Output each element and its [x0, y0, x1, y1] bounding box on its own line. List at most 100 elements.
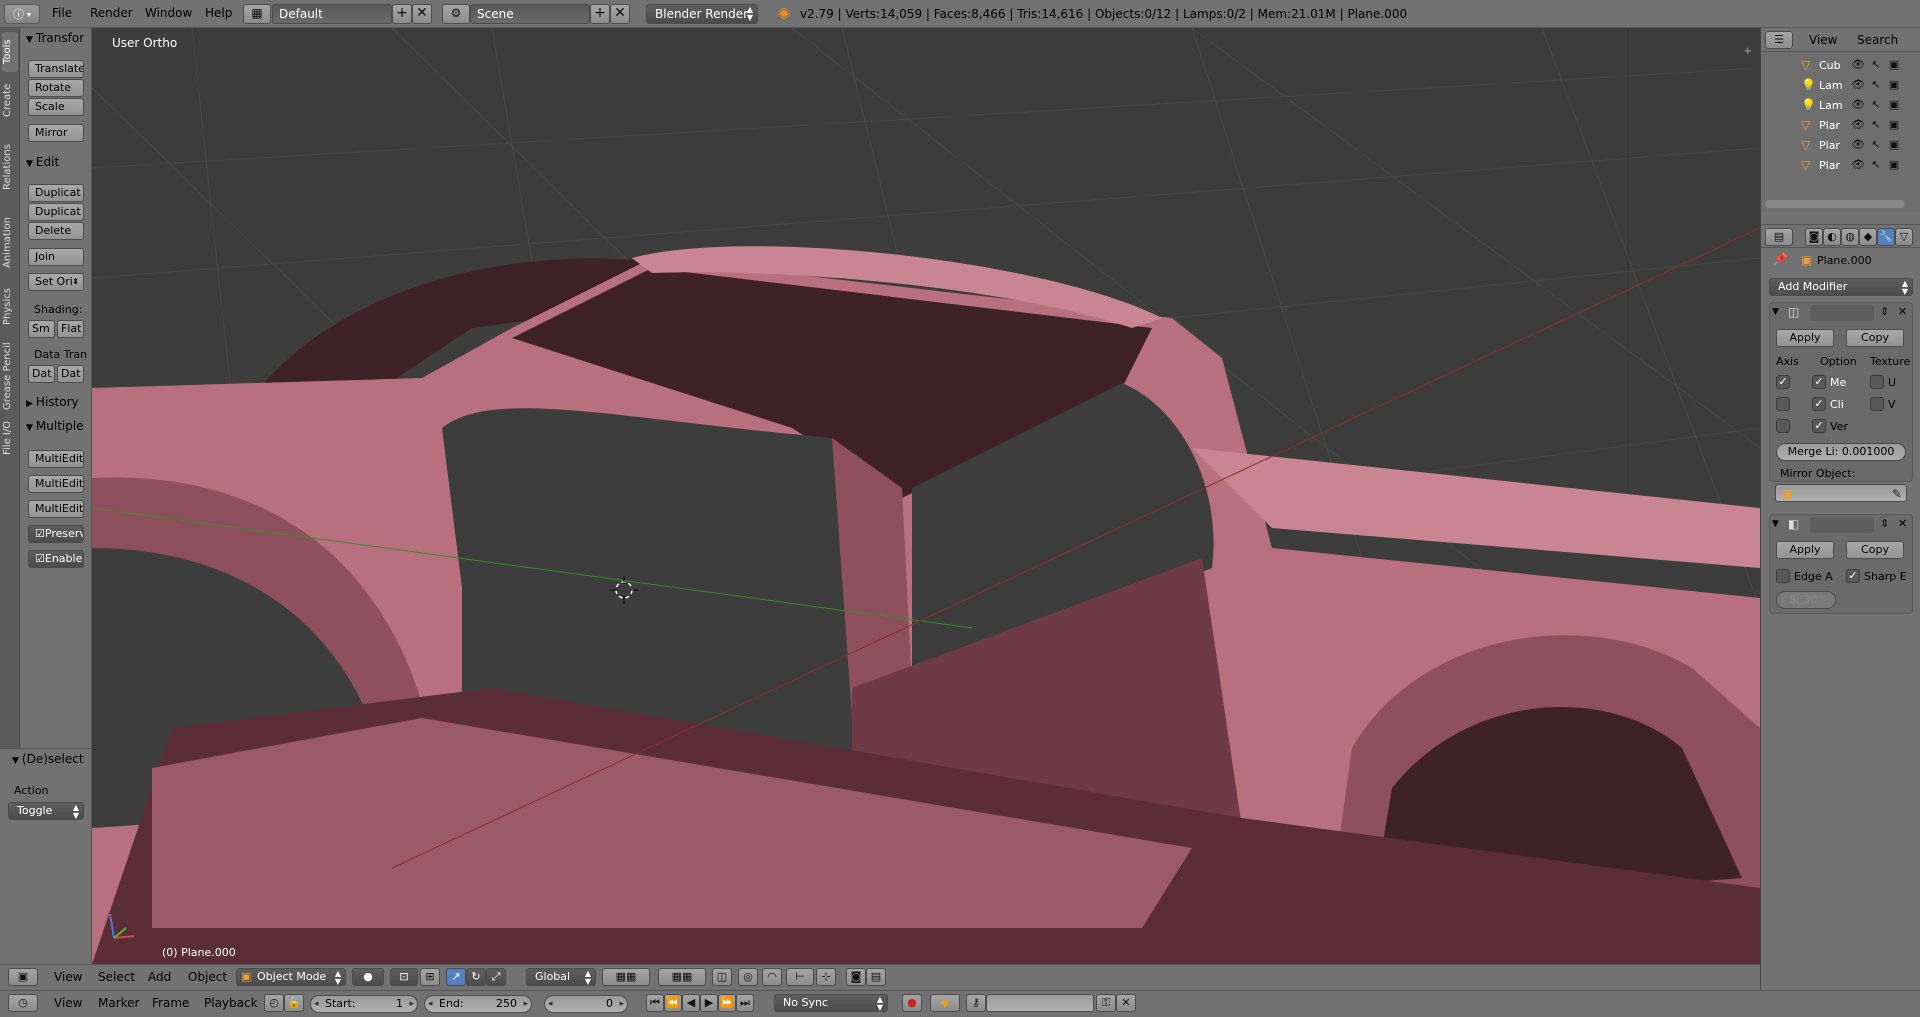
lock-time-button[interactable]: 🔒 — [284, 994, 304, 1012]
eye-icon[interactable]: 👁 — [1851, 78, 1865, 92]
eye-icon[interactable]: 👁 — [1851, 118, 1865, 132]
eye-icon[interactable]: 👁 — [1851, 158, 1865, 172]
lock-layers-button[interactable]: ◫ — [712, 968, 732, 986]
enable-button[interactable]: ☑Enable — [28, 550, 84, 568]
jump-end-button[interactable]: ⏭ — [736, 994, 754, 1012]
triangle-down-icon[interactable]: ▼ — [1772, 307, 1779, 317]
merge-limit-field[interactable]: Merge Li: 0.001000 — [1776, 443, 1906, 461]
properties-editor-type-button[interactable]: ▤ — [1765, 228, 1793, 246]
menu-help[interactable]: Help — [205, 6, 232, 20]
add-modifier-dropdown[interactable]: Add Modifier ▲ ▼ — [1769, 278, 1913, 296]
data-layout-button[interactable]: Dat — [57, 365, 84, 383]
camera-icon[interactable]: ▣ — [1887, 78, 1901, 92]
outliner-scrollbar[interactable] — [1765, 200, 1905, 208]
edge-split-apply-button[interactable]: Apply — [1776, 541, 1834, 559]
plus-icon[interactable]: + — [1744, 46, 1752, 57]
tab-physics[interactable]: Physics — [2, 280, 18, 334]
translate-manipulator-button[interactable]: ↗ — [446, 968, 466, 986]
jump-start-button[interactable]: ⏮ — [646, 994, 664, 1012]
action-dropdown[interactable]: Toggle ▲ ▼ — [8, 802, 84, 820]
edge-angle-checkbox[interactable] — [1776, 569, 1790, 583]
data-transfer-button[interactable]: Dat — [28, 365, 55, 383]
scale-manipulator-button[interactable]: ⤢ — [486, 968, 506, 986]
insert-keyframe-button[interactable]: ⚿ — [1096, 994, 1116, 1012]
snap-element-dropdown[interactable]: ⊢ — [786, 968, 814, 986]
multiedit-button-1[interactable]: MultiEdit — [28, 450, 84, 468]
last-operator-header[interactable]: ▼ (De)select — [12, 752, 84, 766]
eye-icon[interactable]: 👁 — [1851, 58, 1865, 72]
layout-name-field[interactable]: Default — [272, 3, 392, 24]
object-tab[interactable]: ◆ — [1859, 228, 1877, 246]
preview-range-button[interactable]: ◴ — [264, 994, 284, 1012]
axis-x-checkbox[interactable]: ✓ — [1776, 375, 1790, 389]
triangle-down-icon[interactable]: ▼ — [1772, 519, 1779, 529]
close-icon[interactable]: ✕ — [1898, 305, 1907, 318]
move-arrows-icon[interactable]: ⇕ — [1880, 517, 1889, 530]
eye-icon[interactable]: 👁 — [1851, 98, 1865, 112]
timeline-menu-marker[interactable]: Marker — [98, 996, 139, 1010]
rotate-button[interactable]: Rotate — [28, 79, 84, 97]
editor-type-button[interactable]: ⓘ ▾ — [4, 4, 40, 24]
multiedit-panel-header[interactable]: ▼ Multiple — [26, 419, 84, 433]
view-menu-select[interactable]: Select — [98, 970, 135, 984]
view-menu-add[interactable]: Add — [148, 970, 171, 984]
data-tab[interactable]: ▽ — [1895, 228, 1913, 246]
shade-flat-button[interactable]: Flat — [57, 320, 84, 338]
modifier-display-toggles[interactable] — [1810, 517, 1874, 533]
cursor-icon[interactable]: ↖ — [1869, 78, 1883, 92]
camera-icon[interactable]: ▣ — [1887, 138, 1901, 152]
outliner-row[interactable]: ▽ Plar 👁 ↖ ▣ — [1761, 116, 1909, 136]
transform-panel-header[interactable]: ▼ Transfor — [26, 31, 84, 45]
sync-mode-dropdown[interactable]: No Sync ▲ ▼ — [774, 994, 888, 1012]
car-model[interactable] — [92, 246, 1760, 964]
preserve-button[interactable]: ☑Preserv — [28, 525, 84, 543]
sharp-edges-checkbox[interactable]: ✓ — [1846, 569, 1860, 583]
tab-file-io[interactable]: File I/O — [2, 418, 18, 458]
next-keyframe-button[interactable]: ⏩ — [718, 994, 736, 1012]
close-icon[interactable]: ✕ — [1898, 517, 1907, 530]
scene-tab[interactable]: ◐ — [1823, 228, 1841, 246]
scene-delete-button[interactable]: ✕ — [610, 3, 630, 24]
menu-file[interactable]: File — [52, 6, 72, 20]
timeline-editor-type-button[interactable]: ◷ — [8, 994, 38, 1012]
render-tab[interactable]: ◙ — [1805, 228, 1823, 246]
cursor-icon[interactable]: ↖ — [1869, 138, 1883, 152]
cursor-icon[interactable]: ↖ — [1869, 58, 1883, 72]
delete-button[interactable]: Delete — [28, 222, 84, 240]
keying-mode-dropdown[interactable]: ◆ — [930, 994, 960, 1012]
tab-animation[interactable]: Animation — [2, 210, 18, 276]
viewport-shading-dropdown[interactable]: ● — [352, 968, 384, 986]
vertex-groups-checkbox[interactable]: ✓ — [1812, 419, 1826, 433]
menu-window[interactable]: Window — [145, 6, 192, 20]
eyedropper-icon[interactable]: ✎ — [1892, 485, 1902, 503]
tab-relations[interactable]: Relations — [2, 128, 18, 206]
3d-viewport[interactable]: User Ortho (0) Plane.000 + — [92, 28, 1760, 964]
proportional-falloff-button[interactable]: ◠ — [762, 968, 782, 986]
modifiers-tab[interactable]: 🔧 — [1877, 228, 1895, 246]
end-frame-field[interactable]: End: 250 — [424, 995, 532, 1013]
pin-icon[interactable]: 📌 — [1773, 252, 1788, 266]
menu-render[interactable]: Render — [90, 6, 133, 20]
snap-target-button[interactable]: ⊹ — [816, 968, 836, 986]
multiedit-button-3[interactable]: MultiEdit — [28, 500, 84, 518]
render-engine-dropdown[interactable]: Blender Render ▲ ▼ — [646, 3, 758, 24]
history-panel-header[interactable]: ▶ History — [26, 395, 79, 409]
set-origin-dropdown[interactable]: Set Ori ⬍ — [28, 273, 84, 291]
tab-tools[interactable]: Tools — [2, 32, 18, 72]
outliner-row[interactable]: ▽ Cub 👁 ↖ ▣ — [1761, 56, 1909, 76]
world-tab[interactable]: ◍ — [1841, 228, 1859, 246]
merge-checkbox[interactable]: ✓ — [1812, 375, 1826, 389]
opengl-anim-button[interactable]: ▤ — [866, 968, 886, 986]
outliner-row[interactable]: 💡 Lam 👁 ↖ ▣ — [1761, 96, 1909, 116]
modifier-display-toggles[interactable] — [1810, 305, 1874, 321]
scene-layers-1[interactable]: ▦▦ — [602, 968, 650, 986]
timeline-menu-view[interactable]: View — [54, 996, 82, 1010]
transform-orientation-dropdown[interactable]: Global ▲ ▼ — [526, 968, 596, 986]
layout-browse-button[interactable]: ▦ — [243, 3, 271, 24]
tab-create[interactable]: Create — [2, 76, 18, 124]
multiedit-button-2[interactable]: MultiEdit — [28, 475, 84, 493]
keying-set-button[interactable]: ⚷ — [966, 994, 986, 1012]
scene-browse-button[interactable]: ⚙ — [442, 3, 470, 24]
mirror-button[interactable]: Mirror — [28, 124, 84, 142]
axis-y-checkbox[interactable] — [1776, 397, 1790, 411]
